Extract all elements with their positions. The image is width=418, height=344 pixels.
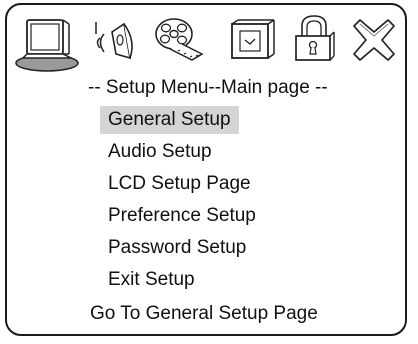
monitor-icon[interactable] — [14, 14, 80, 72]
speaker-icon[interactable] — [94, 20, 140, 62]
lcd-screen-icon[interactable] — [230, 18, 276, 62]
menu-item-lcd-setup-page[interactable]: LCD Setup Page — [100, 170, 264, 202]
setup-icon-bar — [0, 0, 418, 80]
exit-x-icon[interactable] — [352, 18, 396, 62]
padlock-icon[interactable] — [292, 14, 336, 64]
menu-item-password-setup[interactable]: Password Setup — [100, 234, 264, 266]
setup-menu-list: General Setup Audio Setup LCD Setup Page… — [100, 106, 264, 298]
menu-item-general-setup[interactable]: General Setup — [100, 106, 239, 134]
menu-title: -- Setup Menu--Main page -- — [88, 77, 328, 98]
status-hint-text: Go To General Setup Page — [90, 303, 318, 324]
menu-item-audio-setup[interactable]: Audio Setup — [100, 138, 264, 170]
menu-item-preference-setup[interactable]: Preference Setup — [100, 202, 264, 234]
menu-item-exit-setup[interactable]: Exit Setup — [100, 266, 264, 298]
film-reel-icon[interactable] — [152, 14, 206, 64]
